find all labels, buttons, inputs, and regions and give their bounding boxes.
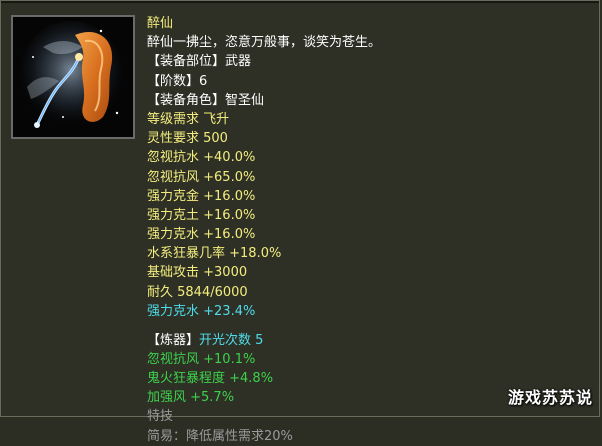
stat-text: 开光次数 5	[199, 332, 264, 348]
stat-text: 强力克金 +16.0%	[147, 188, 256, 204]
item-name: 醉仙	[147, 14, 381, 33]
stat-text: 耐久 5844/6000	[147, 284, 248, 300]
stat-text: 醉仙一拂尘，恣意万般事，谈笑为苍生。	[147, 35, 382, 51]
stat-text: 强力克水 +23.4%	[147, 303, 256, 319]
stat-line: 【炼器】开光次数 5	[147, 331, 381, 350]
watermark-text: 游戏苏苏说	[508, 388, 594, 407]
stat-line: 醉仙一拂尘，恣意万般事，谈笑为苍生。	[147, 33, 381, 52]
stat-text: 强力克水 +16.0%	[147, 227, 256, 243]
stat-text: 鬼火狂暴程度 +4.8%	[147, 370, 274, 386]
stat-line: 简易：降低属性需求20%	[147, 427, 381, 446]
stat-line: 强力克金 +16.0%	[147, 187, 381, 206]
stat-text: 灵性要求 500	[147, 131, 228, 147]
stat-text: 水系狂暴几率 +18.0%	[147, 246, 282, 262]
stat-text: 【炼器】	[147, 332, 200, 348]
stat-line: 基础攻击 +3000	[147, 263, 381, 282]
whisk-icon	[13, 17, 133, 137]
stat-text: 加强风 +5.7%	[147, 390, 235, 406]
stat-line: 【装备角色】智圣仙	[147, 91, 381, 110]
stat-line: 【装备部位】武器	[147, 52, 381, 71]
line-spacer	[147, 321, 381, 331]
stat-line: 耐久 5844/6000	[147, 283, 381, 302]
item-icon-frame	[11, 15, 135, 139]
stat-line: 鬼火狂暴程度 +4.8%	[147, 369, 381, 388]
stat-line: 强力克土 +16.0%	[147, 206, 381, 225]
stat-line: 忽视抗水 +40.0%	[147, 148, 381, 167]
stat-line: 水系狂暴几率 +18.0%	[147, 244, 381, 263]
item-tooltip: 醉仙醉仙一拂尘，恣意万般事，谈笑为苍生。 【装备部位】武器 【阶数】6 【装备角色】智…	[0, 0, 600, 444]
stat-text: 基础攻击 +3000	[147, 265, 248, 281]
stat-text: 简易：降低属性需求20%	[147, 428, 293, 444]
stat-line: 忽视抗风 +65.0%	[147, 168, 381, 187]
stat-line: 强力克水 +16.0%	[147, 225, 381, 244]
stat-text: 等级需求 飞升	[147, 111, 230, 127]
stat-text: 【装备部位】武器	[147, 54, 252, 70]
stat-text: 【阶数】6	[147, 73, 208, 89]
stat-line: 强力克水 +23.4%	[147, 302, 381, 321]
stat-line: 【阶数】6	[147, 72, 381, 91]
stat-line: 加强风 +5.7%	[147, 388, 381, 407]
stat-text: 特技	[147, 409, 174, 425]
stat-text: 醉仙	[147, 16, 174, 31]
item-stat-lines: 醉仙醉仙一拂尘，恣意万般事，谈笑为苍生。 【装备部位】武器 【阶数】6 【装备角色】智…	[147, 14, 381, 446]
stat-text: 【装备角色】智圣仙	[147, 92, 265, 108]
stat-line: 特技	[147, 407, 381, 426]
stat-text: 忽视抗风 +10.1%	[147, 351, 256, 367]
stat-text: 忽视抗风 +65.0%	[147, 169, 256, 185]
stat-text: 忽视抗水 +40.0%	[147, 150, 256, 166]
stat-text: 强力克土 +16.0%	[147, 207, 256, 223]
stat-line: 等级需求 飞升	[147, 110, 381, 129]
stat-line: 忽视抗风 +10.1%	[147, 350, 381, 369]
stat-line: 灵性要求 500	[147, 129, 381, 148]
